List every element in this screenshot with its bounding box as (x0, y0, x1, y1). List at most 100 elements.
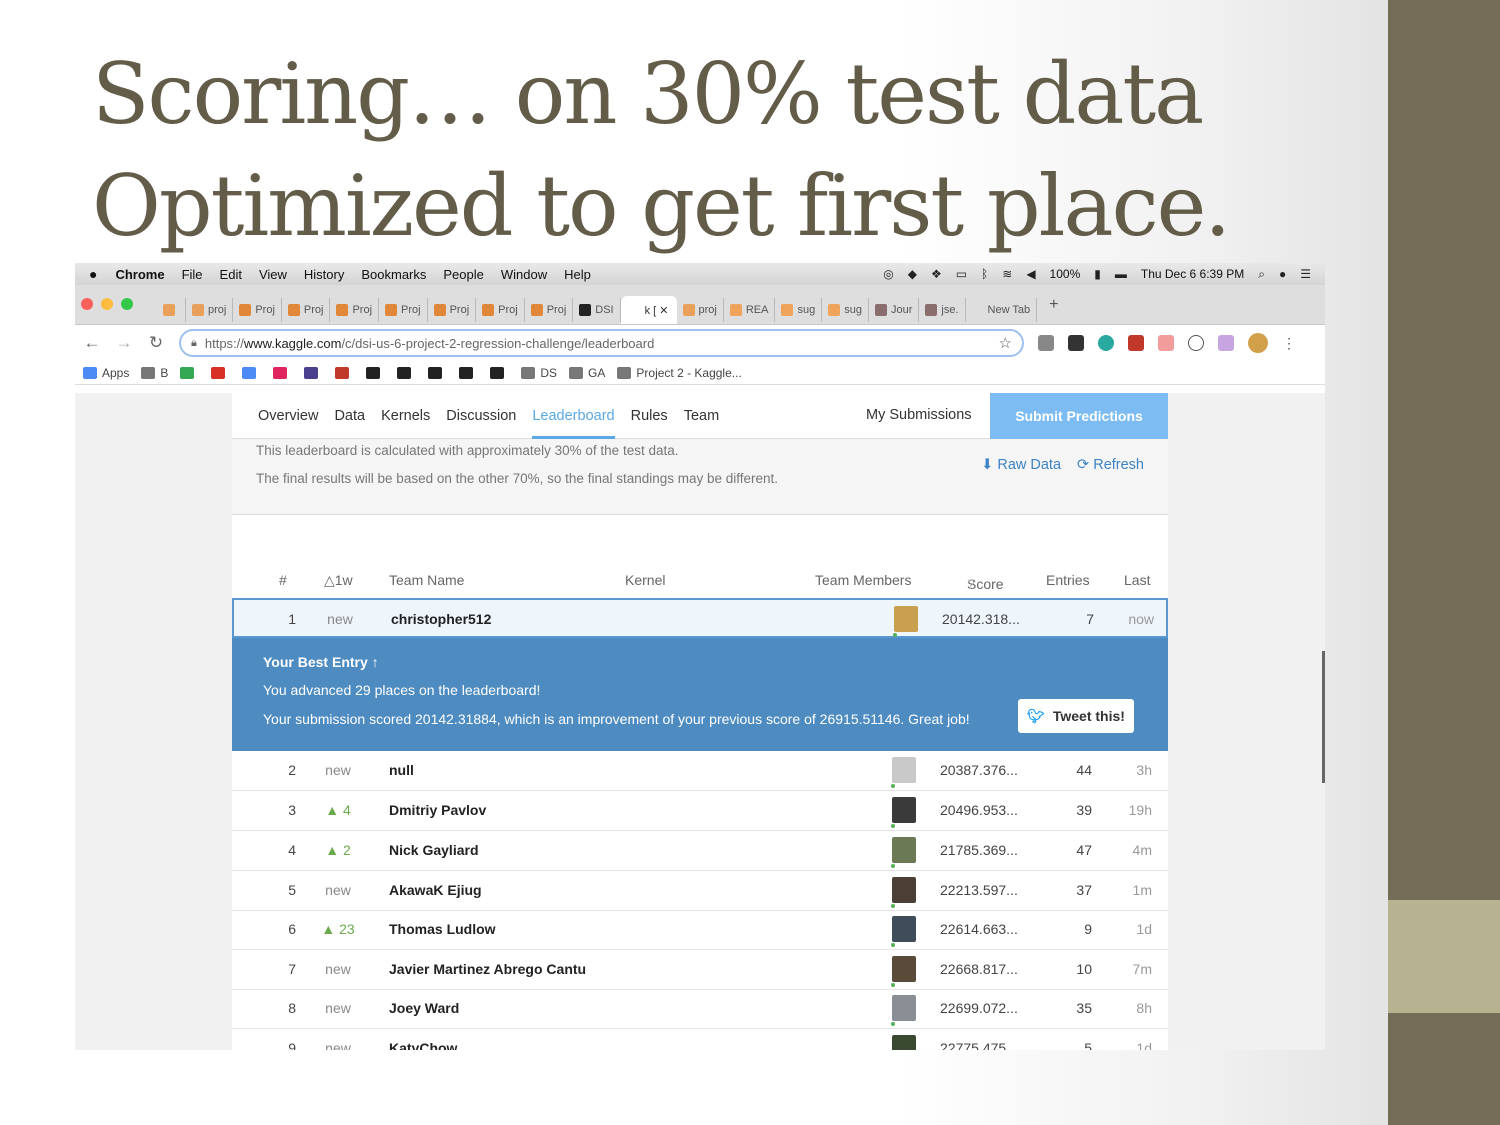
row-team-name[interactable]: Joey Ward (389, 1000, 459, 1016)
member-avatar[interactable] (892, 837, 916, 863)
table-row[interactable]: 7 new Javier Martinez Abrego Cantu 22668.81… (232, 950, 1168, 990)
table-row[interactable]: 9 new KatyChow 22775.475 5 1d (232, 1029, 1168, 1050)
refresh-link[interactable]: ⟳ Refresh (1077, 457, 1144, 473)
row-team-name[interactable]: Nick Gayliard (389, 842, 479, 858)
browser-tab[interactable]: proj (677, 298, 724, 322)
member-avatar[interactable] (892, 797, 916, 823)
menu-history[interactable]: History (304, 267, 344, 282)
new-tab-button[interactable]: + (1049, 296, 1058, 314)
menu-people[interactable]: People (443, 267, 483, 282)
member-avatar[interactable] (892, 1035, 916, 1050)
bookmark-item[interactable]: Apps (83, 366, 129, 380)
camera-extension-icon[interactable] (1038, 335, 1054, 351)
bookmark-item[interactable] (459, 366, 478, 379)
menu-view[interactable]: View (259, 267, 287, 282)
table-row[interactable]: 1 new christopher512 20142.318... 7 now (232, 598, 1168, 638)
browser-tab[interactable]: jse. (919, 298, 966, 322)
bookmark-item[interactable] (428, 366, 447, 379)
member-avatar[interactable] (892, 916, 916, 942)
circle-extension-icon[interactable] (1188, 335, 1204, 351)
toggl-extension-icon[interactable] (1158, 335, 1174, 351)
menu-window[interactable]: Window (501, 267, 547, 282)
table-row[interactable]: 2 new null 20387.376... 44 3h (232, 751, 1168, 791)
browser-tab[interactable]: DSI (573, 298, 621, 322)
bookmark-item[interactable]: Project 2 - Kaggle... (617, 366, 742, 380)
member-avatar[interactable] (894, 606, 918, 632)
my-submissions-link[interactable]: My Submissions (866, 407, 972, 423)
bookmark-item[interactable] (180, 366, 199, 379)
flag-icon[interactable]: ▬ (1115, 267, 1127, 281)
page-scrollbar[interactable] (1322, 651, 1325, 783)
kebab-menu-icon[interactable]: ⋮ (1282, 335, 1296, 351)
table-row[interactable]: 3 ▲ 4 Dmitriy Pavlov 20496.953... 39 19h (232, 791, 1168, 831)
creative-cloud-icon[interactable]: ◎ (883, 267, 893, 281)
bookmark-item[interactable] (335, 366, 354, 379)
battery-percent[interactable]: 100% (1050, 267, 1081, 281)
grammarly-extension-icon[interactable] (1098, 335, 1114, 351)
zoom-window-button[interactable] (121, 298, 133, 310)
col-delta[interactable]: △1w (324, 572, 353, 589)
menu-file[interactable]: File (182, 267, 203, 282)
battery-icon[interactable]: ▮ (1094, 267, 1101, 281)
bookmark-item[interactable] (490, 366, 509, 379)
bookmark-item[interactable] (366, 366, 385, 379)
table-row[interactable]: 5 new AkawaK Ejiug 22213.597... 37 1m (232, 871, 1168, 911)
raw-data-link[interactable]: ⬇ Raw Data (981, 457, 1061, 473)
bookmark-item[interactable]: GA (569, 366, 605, 380)
browser-tab[interactable]: Proj (330, 298, 380, 322)
bookmark-item[interactable] (273, 366, 292, 379)
bookmark-star-icon[interactable]: ☆ (999, 334, 1012, 352)
airplay-icon[interactable]: ▭ (956, 267, 967, 281)
back-arrow-icon[interactable]: ← (83, 333, 101, 353)
help-icon[interactable]: ? (967, 576, 975, 592)
notification-center-icon[interactable]: ☰ (1300, 267, 1311, 281)
member-avatar[interactable] (892, 877, 916, 903)
browser-tab[interactable]: sug (822, 298, 869, 322)
menubar-clock[interactable]: Thu Dec 6 6:39 PM (1141, 267, 1244, 281)
tab-overview[interactable]: Overview (258, 393, 318, 439)
bookmark-extension-icon[interactable] (1128, 335, 1144, 351)
menu-edit[interactable]: Edit (220, 267, 242, 282)
browser-tab[interactable]: Proj (282, 298, 331, 322)
row-team-name[interactable]: AkawaK Ejiug (389, 882, 482, 898)
evernote-icon[interactable]: ◆ (908, 267, 917, 281)
row-team-name[interactable]: Thomas Ludlow (389, 921, 496, 937)
wifi-icon[interactable]: ≋ (1002, 267, 1012, 281)
browser-tab[interactable]: k [ ✕ (620, 296, 677, 324)
row-team-name[interactable]: KatyChow (389, 1040, 457, 1050)
profile-avatar[interactable] (1248, 333, 1268, 353)
browser-tab[interactable]: REA (724, 298, 776, 322)
row-team-name[interactable]: christopher512 (391, 611, 491, 627)
browser-tab[interactable]: Proj (428, 298, 477, 322)
tab-rules[interactable]: Rules (631, 393, 668, 439)
bluetooth-icon[interactable]: ᛒ (981, 267, 988, 281)
browser-tab[interactable] (157, 298, 186, 322)
tab-team[interactable]: Team (684, 393, 719, 439)
siri-icon[interactable]: ● (1279, 267, 1286, 281)
row-team-name[interactable]: Dmitriy Pavlov (389, 802, 486, 818)
browser-tab[interactable]: Proj (525, 298, 574, 322)
menu-help[interactable]: Help (564, 267, 591, 282)
table-row[interactable]: 4 ▲ 2 Nick Gayliard 21785.369... 47 4m (232, 831, 1168, 871)
member-avatar[interactable] (892, 956, 916, 982)
tab-data[interactable]: Data (334, 393, 365, 439)
browser-tab[interactable]: Jour (869, 298, 920, 322)
spotlight-search-icon[interactable]: ⌕ (1258, 267, 1265, 282)
submit-predictions-button[interactable]: Submit Predictions (990, 393, 1168, 439)
minimize-window-button[interactable] (101, 298, 113, 310)
browser-tab[interactable]: sug (775, 298, 823, 322)
forward-arrow-icon[interactable]: → (115, 333, 133, 353)
bookmark-item[interactable]: DS (521, 366, 557, 380)
browser-tab[interactable]: New Tab (966, 298, 1038, 322)
bookmark-item[interactable] (211, 366, 230, 379)
table-row[interactable]: 6 ▲ 23 Thomas Ludlow 22614.663... 9 1d (232, 910, 1168, 950)
member-avatar[interactable] (892, 757, 916, 783)
bookmark-item[interactable] (397, 366, 416, 379)
browser-tab[interactable]: Proj (379, 298, 428, 322)
dropbox-icon[interactable]: ❖ (931, 267, 942, 281)
tweet-button[interactable]: 🐦︎ Tweet this! (1018, 699, 1134, 733)
pocket-extension-icon[interactable] (1068, 335, 1084, 351)
menu-bookmarks[interactable]: Bookmarks (361, 267, 426, 282)
bookmark-item[interactable]: B (141, 366, 168, 380)
bookmark-item[interactable] (304, 366, 323, 379)
